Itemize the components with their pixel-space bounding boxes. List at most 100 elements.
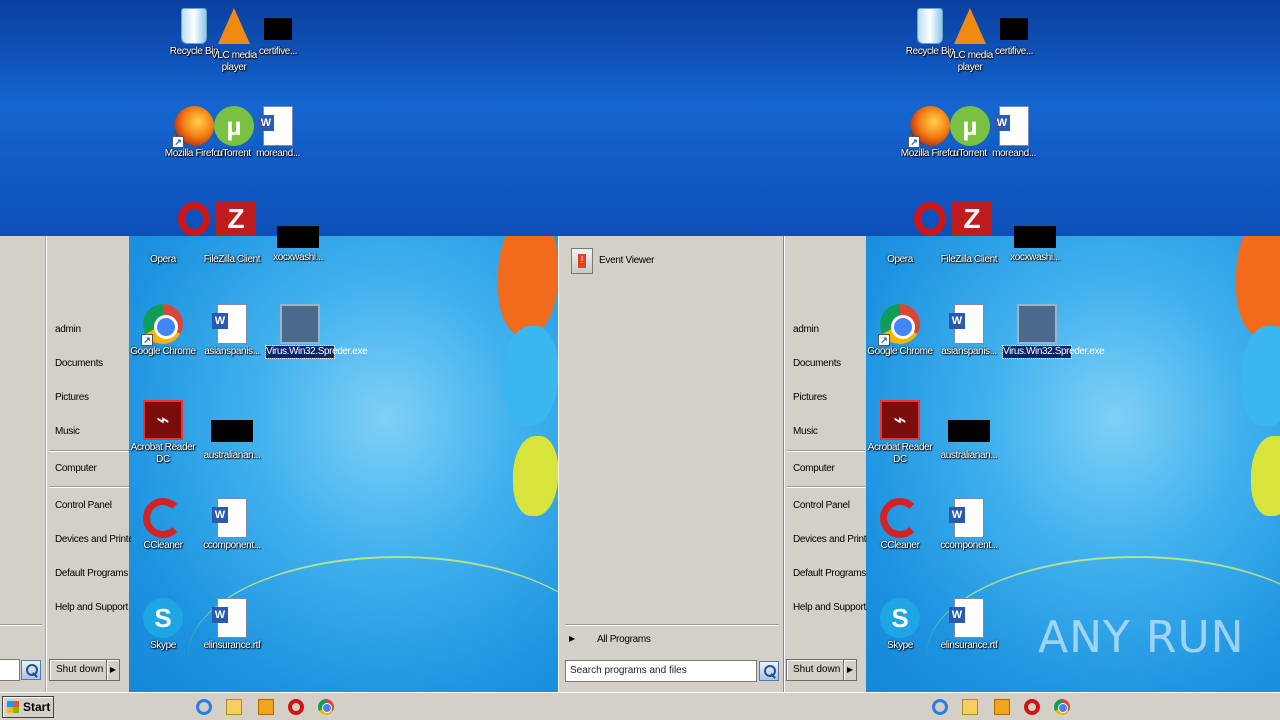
menu-item-pictures[interactable]: Pictures [793, 392, 827, 403]
chrome-icon[interactable] [318, 699, 334, 715]
desktop-icon-certifive[interactable]: certifive... [244, 8, 312, 58]
menu-item-control-panel[interactable]: Control Panel [55, 500, 112, 511]
desktop-icon-filezilla[interactable]: FileZilla Client [935, 236, 1003, 266]
menu-item-control-panel[interactable]: Control Panel [793, 500, 850, 511]
start-menu-right-column: admin Documents Pictures Music Computer … [784, 236, 867, 692]
menu-item-music[interactable]: Music [793, 426, 818, 437]
redacted-icon [277, 226, 319, 248]
folder-icon[interactable] [962, 699, 978, 715]
desktop-icon-acrobat[interactable]: ⌁ Acrobat Reader DC [129, 400, 197, 466]
filezilla-icon: Z [216, 202, 256, 236]
shortcut-arrow-icon: ↗ [908, 136, 920, 148]
windows-logo-blue [1241, 326, 1280, 426]
desktop-icon-elinsurance[interactable]: elinsurance.rtf [198, 598, 266, 652]
desktop-icon-skype[interactable]: S Skype [866, 598, 934, 652]
desktop-icon-asianspanis[interactable]: asianspanis... [935, 304, 1003, 358]
desktop-icon-australianan[interactable]: australianan... [198, 400, 266, 462]
desktop-icon-acrobat[interactable]: ⌁ Acrobat Reader DC [866, 400, 934, 466]
redacted-icon [211, 420, 253, 442]
search-input[interactable]: Search programs and files [565, 660, 757, 682]
windows-logo-blue [503, 326, 558, 426]
folder-icon[interactable] [226, 699, 242, 715]
search-input[interactable] [0, 659, 20, 681]
desktop-icon-moreand[interactable]: moreand... [244, 106, 312, 160]
desktop-icon-australianan[interactable]: australianan... [935, 400, 1003, 462]
start-button[interactable]: Start [2, 696, 54, 718]
desktop-icon-chrome[interactable]: ↗ Google Chrome [129, 304, 197, 358]
menu-separator [49, 450, 129, 452]
program-item-event-viewer[interactable]: Event Viewer [599, 255, 654, 266]
windows-logo-yellow [1251, 436, 1280, 516]
windows-logo-red [1236, 236, 1280, 336]
ccleaner-icon [143, 498, 183, 538]
search-icon[interactable] [21, 660, 41, 680]
all-programs-link[interactable]: All Programs [597, 634, 651, 645]
menu-item-documents[interactable]: Documents [793, 358, 841, 369]
desktop-icon-moreand[interactable]: moreand... [980, 106, 1048, 160]
menu-item-documents[interactable]: Documents [55, 358, 103, 369]
word-document-icon [212, 304, 247, 344]
desktop-icon-ccomponent[interactable]: ccomponent... [198, 498, 266, 552]
chrome-icon[interactable] [1054, 699, 1070, 715]
opera-icon[interactable] [288, 699, 304, 715]
media-player-icon[interactable] [258, 699, 274, 715]
menu-item-devices-printers[interactable]: Devices and Printers [793, 534, 867, 545]
desktop-wallpaper-top-left [0, 0, 908, 236]
event-viewer-icon [571, 248, 593, 274]
desktop-icon-elinsurance[interactable]: elinsurance.rtf [935, 598, 1003, 652]
windows-logo-red [498, 236, 558, 336]
redacted-icon [948, 420, 990, 442]
menu-item-help-support[interactable]: Help and Support [793, 602, 866, 613]
opera-icon[interactable] [1024, 699, 1040, 715]
all-programs-arrow-icon: ▶ [569, 634, 575, 643]
watermark-logo: ANY RUN [1038, 612, 1245, 663]
acrobat-icon: ⌁ [143, 400, 183, 440]
desktop-icon-asianspanis[interactable]: asianspanis... [198, 304, 266, 358]
menu-item-music[interactable]: Music [55, 426, 80, 437]
shutdown-button[interactable]: Shut down [49, 659, 107, 681]
windows-flag-icon [7, 701, 19, 713]
menu-item-default-programs[interactable]: Default Programs [793, 568, 866, 579]
chrome-icon: ↗ [141, 304, 183, 346]
desktop-icon-xocxwashi[interactable]: xocxwashi... [1001, 226, 1069, 264]
internet-explorer-icon[interactable] [932, 699, 948, 715]
desktop-icon-filezilla-top[interactable]: Z [202, 202, 270, 236]
menu-item-computer[interactable]: Computer [793, 463, 835, 474]
desktop-icon-opera[interactable]: Opera [866, 236, 934, 266]
executable-icon [280, 304, 320, 344]
desktop-icon-ccleaner[interactable]: CCleaner [129, 498, 197, 552]
menu-item-computer[interactable]: Computer [55, 463, 97, 474]
menu-item-admin[interactable]: admin [793, 324, 819, 335]
start-menu-programs-panel: Event Viewer ▶ All Programs Search progr… [558, 236, 784, 692]
shutdown-options-arrow-icon[interactable]: ▶ [106, 659, 120, 681]
media-player-icon[interactable] [994, 699, 1010, 715]
desktop-icon-ccomponent[interactable]: ccomponent... [935, 498, 1003, 552]
desktop-icon-filezilla-top[interactable]: Z [938, 202, 1006, 236]
desktop-icon-chrome[interactable]: ↗ Google Chrome [866, 304, 934, 358]
menu-item-default-programs[interactable]: Default Programs [55, 568, 128, 579]
skype-icon: S [880, 598, 920, 638]
menu-separator [787, 486, 865, 488]
shortcut-arrow-icon: ↗ [141, 334, 153, 346]
word-document-icon [949, 304, 984, 344]
desktop-icon-xocxwashi[interactable]: xocxwashi... [264, 226, 332, 264]
menu-item-devices-printers[interactable]: Devices and Printers [55, 534, 131, 545]
shutdown-options-arrow-icon[interactable]: ▶ [843, 659, 857, 681]
search-icon[interactable] [759, 661, 779, 681]
word-document-icon [994, 106, 1029, 146]
desktop-icon-certifive[interactable]: certifive... [980, 8, 1048, 58]
shutdown-button[interactable]: Shut down [786, 659, 844, 681]
ccleaner-icon [880, 498, 920, 538]
redacted-icon [264, 18, 292, 40]
word-document-icon [949, 498, 984, 538]
menu-item-help-support[interactable]: Help and Support [55, 602, 128, 613]
desktop-icon-virus-exe[interactable]: Virus.Win32.Spreder.exe [1002, 304, 1105, 359]
internet-explorer-icon[interactable] [196, 699, 212, 715]
desktop-icon-opera[interactable]: Opera [129, 236, 197, 266]
desktop-icon-skype[interactable]: S Skype [129, 598, 197, 652]
menu-item-admin[interactable]: admin [55, 324, 81, 335]
desktop-icon-virus-exe[interactable]: Virus.Win32.Spreder.exe [265, 304, 368, 359]
menu-item-pictures[interactable]: Pictures [55, 392, 89, 403]
desktop-icon-filezilla[interactable]: FileZilla Client [198, 236, 266, 266]
desktop-icon-ccleaner[interactable]: CCleaner [866, 498, 934, 552]
